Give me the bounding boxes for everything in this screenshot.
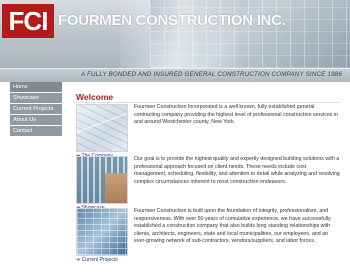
banner-sheen — [120, 0, 240, 68]
current-projects-link[interactable]: ➜ Current Projects — [76, 257, 128, 263]
nav-item-home[interactable]: Home — [10, 82, 62, 93]
company-name: FOURMEN CONSTRUCTION INC. — [58, 12, 286, 29]
nav-item-contact[interactable]: Contact — [10, 126, 62, 137]
glass-tower-image[interactable] — [76, 208, 128, 256]
section-text: Fourmen Construction is built upon the f… — [134, 208, 331, 245]
tagline: A FULLY BONDED AND INSURED GENERAL CONST… — [81, 71, 342, 78]
main-content: Welcome ➜ The Company Fourmen Constructi… — [64, 82, 346, 280]
nav-item-current-projects[interactable]: Current Projects — [10, 104, 62, 115]
title-divider — [74, 102, 340, 103]
blueprint-image[interactable] — [76, 104, 128, 152]
section-text: Our goal is to provide the highest quali… — [134, 156, 340, 185]
nav-item-showcase[interactable]: Showcase — [10, 93, 62, 104]
page-title: Welcome — [76, 92, 114, 102]
sidebar-nav: Home Showcase Current Projects About Us … — [10, 82, 62, 137]
building-image[interactable] — [76, 156, 128, 204]
tagline-bar: A FULLY BONDED AND INSURED GENERAL CONST… — [0, 68, 350, 82]
arrow-right-icon: ➜ — [76, 257, 81, 263]
nav-item-about-us[interactable]: About Us — [10, 115, 62, 126]
header-banner: FCI FOURMEN CONSTRUCTION INC. — [0, 0, 350, 68]
fci-logo[interactable]: FCI — [2, 4, 54, 38]
section-text: Fourmen Construction Incorporated is a w… — [134, 104, 339, 126]
caption-label: Current Projects — [81, 257, 118, 263]
